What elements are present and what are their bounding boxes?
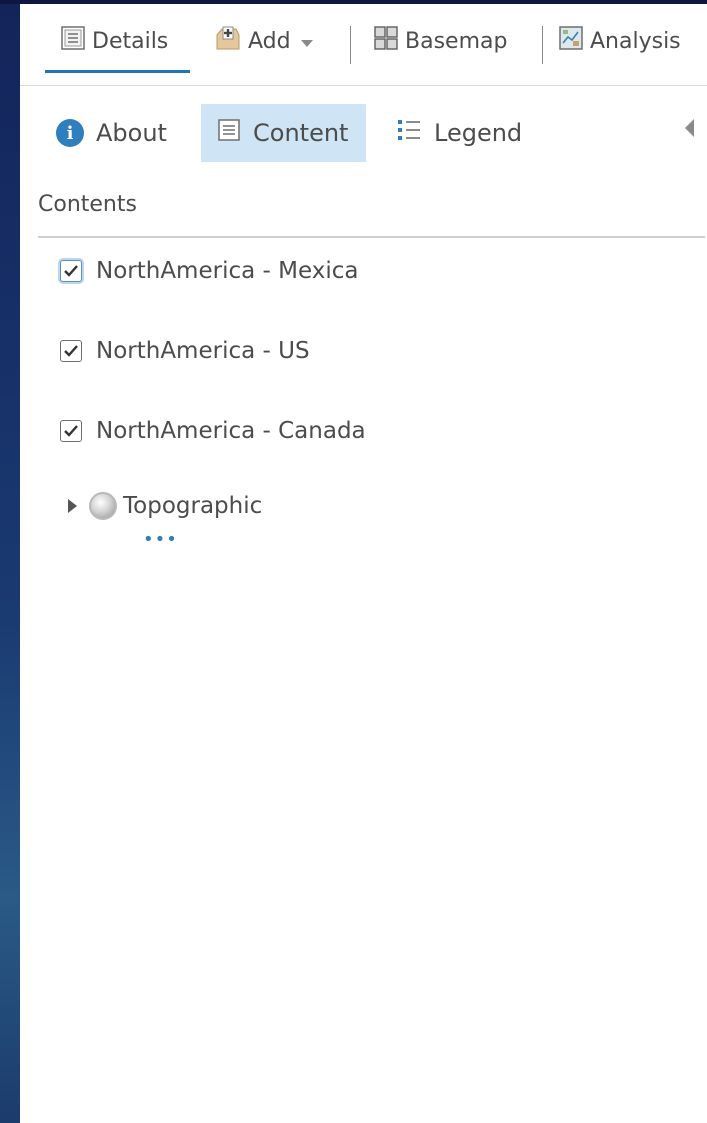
basemap-layer-item: Topographic xyxy=(68,486,262,526)
details-button[interactable]: Details xyxy=(60,22,168,60)
toolbar-divider xyxy=(350,26,351,64)
details-icon xyxy=(60,25,86,57)
globe-icon xyxy=(89,492,117,520)
analysis-map-icon xyxy=(558,25,584,57)
tab-legend-label: Legend xyxy=(434,119,523,147)
layer-name[interactable]: NorthAmerica - Canada xyxy=(96,418,366,444)
layer-visibility-checkbox[interactable] xyxy=(60,260,82,282)
legend-list-icon xyxy=(396,117,422,149)
analysis-label: Analysis xyxy=(590,28,681,54)
basemap-label: Basemap xyxy=(405,28,508,54)
tab-content[interactable]: Content xyxy=(201,104,366,162)
tab-about-label: About xyxy=(96,119,167,147)
add-button[interactable]: Add xyxy=(214,22,313,60)
more-options-icon[interactable]: ••• xyxy=(143,531,178,549)
tab-about[interactable]: i About xyxy=(46,104,177,162)
contents-title: Contents xyxy=(38,192,137,217)
contents-divider xyxy=(38,236,705,238)
add-label: Add xyxy=(248,28,291,54)
checkmark-icon xyxy=(64,345,78,357)
active-tab-underline xyxy=(45,70,190,73)
checkmark-icon xyxy=(64,265,78,277)
layer-name[interactable]: NorthAmerica - Mexica xyxy=(96,258,358,284)
layer-item: NorthAmerica - Canada xyxy=(60,412,366,450)
layer-name[interactable]: NorthAmerica - US xyxy=(96,338,310,364)
basemap-name[interactable]: Topographic xyxy=(123,493,262,519)
toolbar-divider xyxy=(542,26,543,64)
tab-legend[interactable]: Legend xyxy=(386,104,532,162)
info-icon: i xyxy=(56,119,84,147)
toolbar: Details Add Basemap Analysis xyxy=(20,4,707,86)
collapse-panel-icon[interactable] xyxy=(685,119,694,137)
expand-arrow-icon[interactable] xyxy=(68,499,77,513)
tab-content-label: Content xyxy=(253,119,349,147)
add-icon xyxy=(214,25,242,57)
analysis-button[interactable]: Analysis xyxy=(558,22,681,60)
layer-item: NorthAmerica - Mexica xyxy=(60,252,358,290)
details-panel: Details Add Basemap Analysis i About Con… xyxy=(20,4,707,1123)
layer-item: NorthAmerica - US xyxy=(60,332,310,370)
layer-visibility-checkbox[interactable] xyxy=(60,340,82,362)
details-label: Details xyxy=(92,28,169,54)
checkmark-icon xyxy=(64,425,78,437)
basemap-button[interactable]: Basemap xyxy=(373,22,507,60)
map-background xyxy=(0,0,20,1123)
basemap-grid-icon xyxy=(373,25,399,57)
content-list-icon xyxy=(217,118,241,148)
chevron-down-icon xyxy=(300,39,313,47)
layer-visibility-checkbox[interactable] xyxy=(60,420,82,442)
